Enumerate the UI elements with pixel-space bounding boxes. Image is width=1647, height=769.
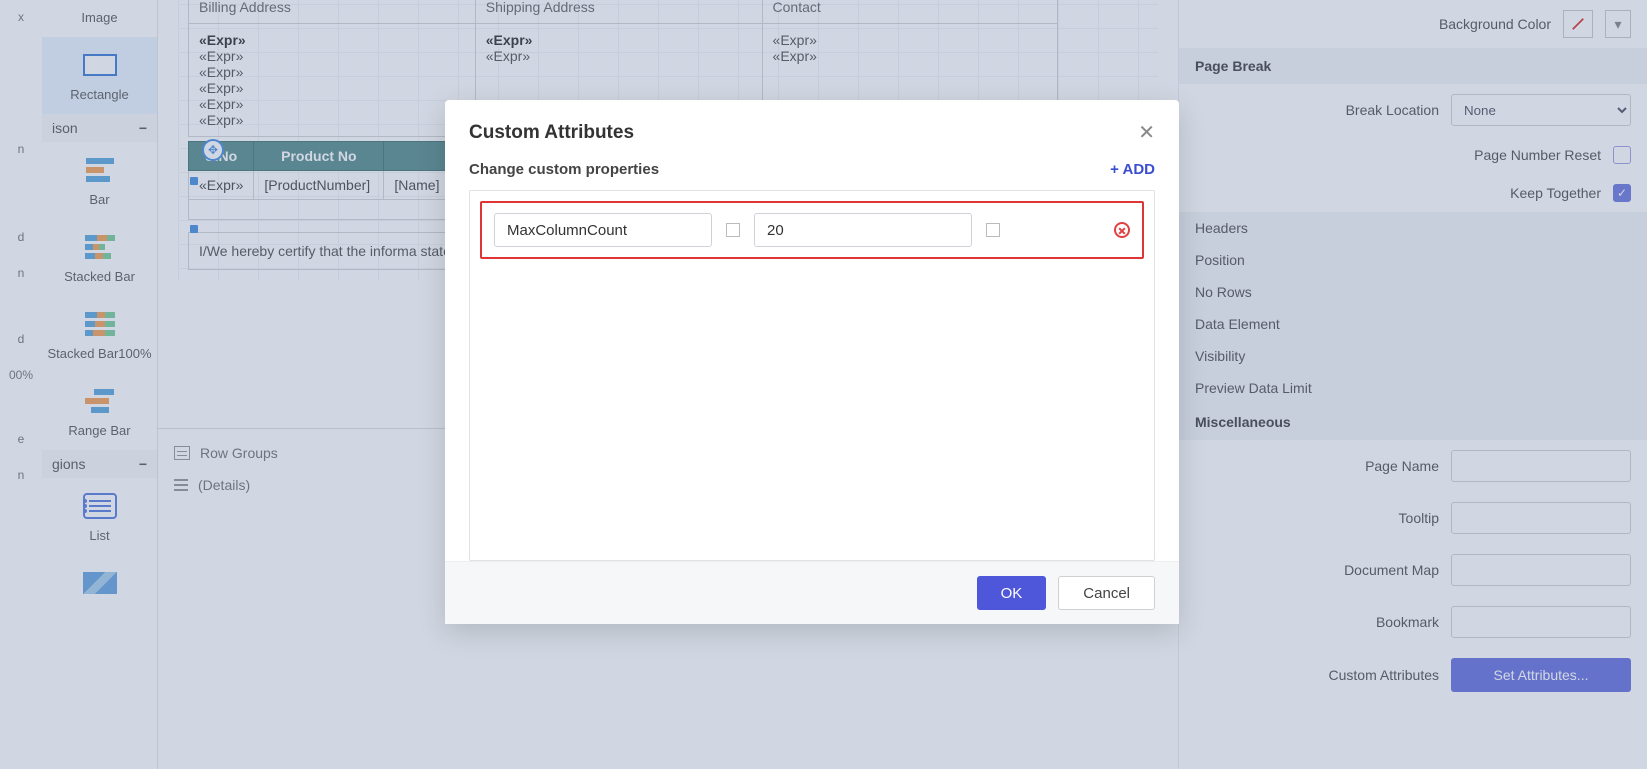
attribute-row [480,201,1144,259]
modal-footer: OK Cancel [445,561,1179,624]
custom-attributes-modal: Custom Attributes ✕ Change custom proper… [445,100,1179,624]
ok-button[interactable]: OK [977,576,1047,610]
modal-subtitle: Change custom properties [469,161,659,178]
add-attribute-button[interactable]: + ADD [1110,161,1155,178]
attribute-value-input[interactable] [754,213,972,247]
modal-title: Custom Attributes [469,122,634,144]
close-icon[interactable]: ✕ [1138,120,1155,145]
attribute-name-input[interactable] [494,213,712,247]
attributes-container [469,190,1155,561]
cancel-button[interactable]: Cancel [1058,576,1155,610]
attribute-value-checkbox[interactable] [986,223,1000,237]
delete-attribute-icon[interactable] [1114,222,1130,238]
attribute-name-checkbox[interactable] [726,223,740,237]
